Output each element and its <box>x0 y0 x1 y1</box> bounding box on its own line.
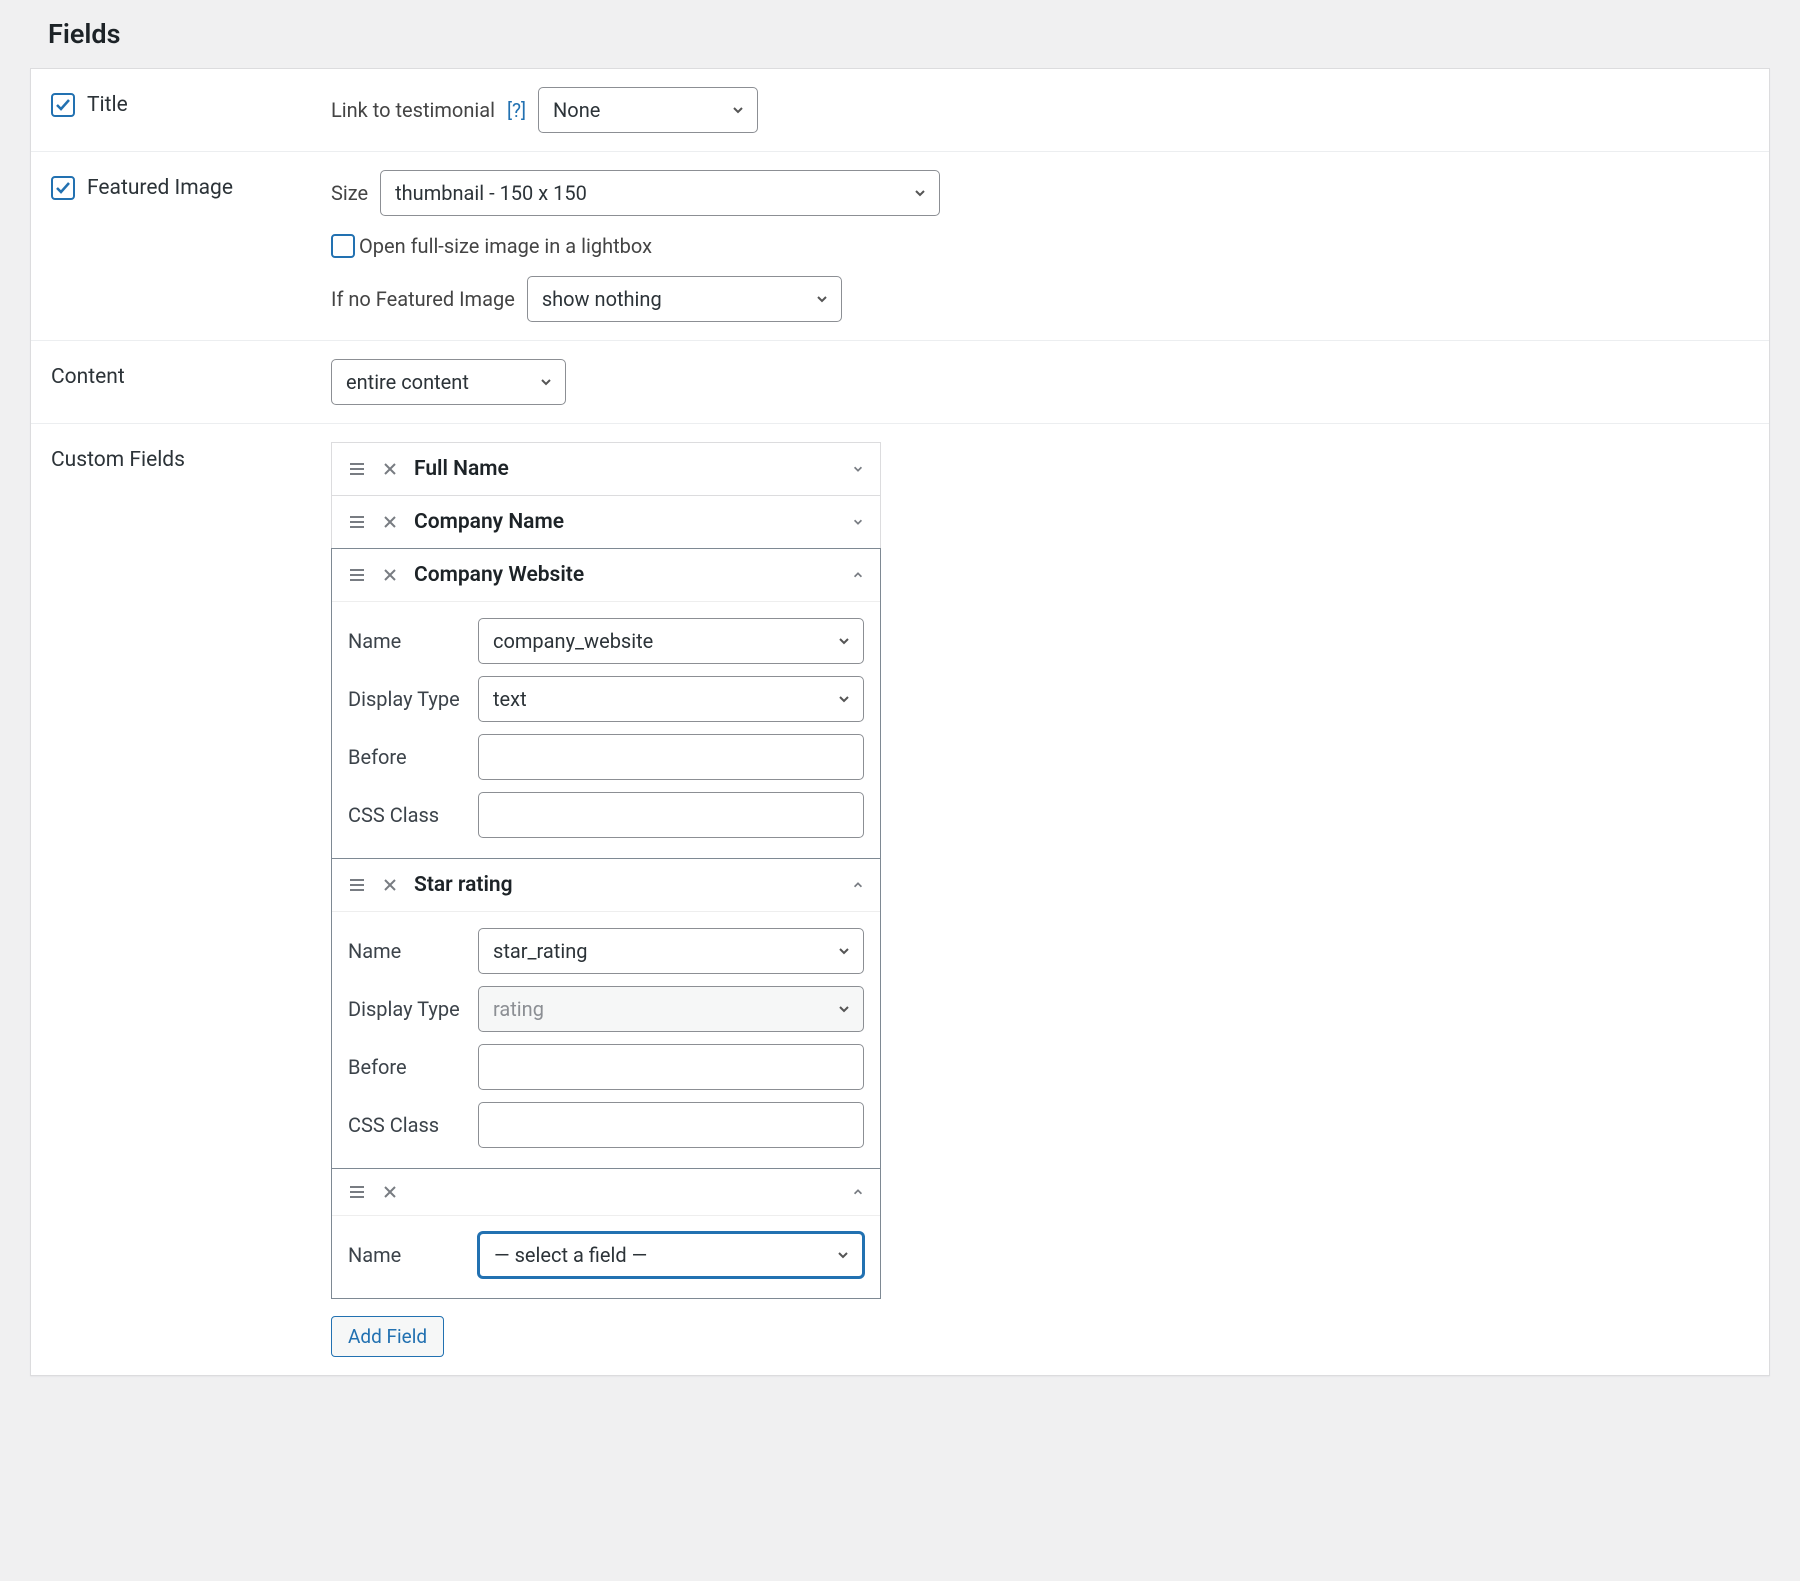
fallback-label: If no Featured Image <box>331 287 515 311</box>
field-name-select[interactable]: star_rating <box>478 928 864 974</box>
row-featured-image: Featured Image Size thumbnail - 150 x 15… <box>31 152 1769 341</box>
select-value: company_website <box>493 629 653 653</box>
caret-down-icon[interactable] <box>852 463 864 475</box>
chevron-down-icon <box>539 375 553 389</box>
featured-image-checkbox[interactable] <box>51 176 75 200</box>
row-title: Title Link to testimonial [?] None <box>31 69 1769 152</box>
drag-handle-icon[interactable] <box>348 566 366 584</box>
caret-up-icon[interactable] <box>852 879 864 891</box>
fallback-select[interactable]: show nothing <box>527 276 842 322</box>
display-type-select: rating <box>478 986 864 1032</box>
custom-field-title: Company Website <box>414 563 864 587</box>
select-value: text <box>493 687 527 711</box>
custom-field-body: Name star_rating Display Type rating Before C… <box>332 911 880 1168</box>
title-checkbox[interactable] <box>51 93 75 117</box>
custom-field-header[interactable] <box>332 1169 880 1215</box>
row-custom-fields: Custom Fields Full Name Company Name Compa… <box>31 424 1769 1375</box>
caret-up-icon[interactable] <box>852 569 864 581</box>
add-field-button[interactable]: Add Field <box>331 1316 444 1357</box>
check-icon <box>55 180 71 196</box>
custom-field-body: Name — select a field — <box>332 1215 880 1298</box>
link-value: None <box>553 98 600 122</box>
drag-handle-icon[interactable] <box>348 876 366 894</box>
featured-image-label: Featured Image <box>87 176 233 200</box>
fallback-value: show nothing <box>542 287 662 311</box>
custom-fields-label: Custom Fields <box>51 448 185 472</box>
field-name-label: Name <box>348 629 478 653</box>
content-select[interactable]: entire content <box>331 359 566 405</box>
drag-handle-icon[interactable] <box>348 460 366 478</box>
drag-handle-icon[interactable] <box>348 1183 366 1201</box>
caret-down-icon[interactable] <box>852 516 864 528</box>
custom-field-item: Company Name <box>331 495 881 549</box>
content-value: entire content <box>346 370 469 394</box>
caret-up-icon[interactable] <box>852 1186 864 1198</box>
select-value: rating <box>493 997 544 1021</box>
before-input[interactable] <box>478 1044 864 1090</box>
chevron-down-icon <box>731 103 745 117</box>
remove-field-icon[interactable] <box>382 877 398 893</box>
chevron-down-icon <box>837 944 851 958</box>
link-to-testimonial-select[interactable]: None <box>538 87 758 133</box>
custom-field-header[interactable]: Star rating <box>332 859 880 911</box>
display-type-label: Display Type <box>348 687 478 711</box>
size-label: Size <box>331 181 368 205</box>
lightbox-checkbox[interactable] <box>331 234 355 258</box>
custom-field-title: Company Name <box>414 510 864 534</box>
custom-field-header[interactable]: Full Name <box>332 443 880 495</box>
display-type-label: Display Type <box>348 997 478 1021</box>
custom-field-item: Star rating Name star_rating Display Type ra… <box>331 858 881 1169</box>
lightbox-label: Open full-size image in a lightbox <box>359 234 652 258</box>
field-name-select[interactable]: company_website <box>478 618 864 664</box>
css-class-input[interactable] <box>478 792 864 838</box>
css-class-input[interactable] <box>478 1102 864 1148</box>
chevron-down-icon <box>837 692 851 706</box>
select-value: — select a field — <box>494 1243 647 1267</box>
before-label: Before <box>348 745 478 769</box>
remove-field-icon[interactable] <box>382 461 398 477</box>
custom-field-title: Full Name <box>414 457 864 481</box>
field-name-label: Name <box>348 939 478 963</box>
field-name-label: Name <box>348 1243 478 1267</box>
select-value: star_rating <box>493 939 588 963</box>
custom-field-item: Company Website Name company_website Displa… <box>331 548 881 859</box>
link-to-testimonial-label: Link to testimonial <box>331 98 495 122</box>
display-type-select[interactable]: text <box>478 676 864 722</box>
remove-field-icon[interactable] <box>382 1184 398 1200</box>
title-label: Title <box>87 93 128 117</box>
custom-field-header[interactable]: Company Name <box>332 496 880 548</box>
row-content: Content entire content <box>31 341 1769 424</box>
field-name-select[interactable]: — select a field — <box>478 1232 864 1278</box>
custom-field-item: Name — select a field — <box>331 1168 881 1299</box>
css-class-label: CSS Class <box>348 1113 478 1137</box>
remove-field-icon[interactable] <box>382 514 398 530</box>
custom-fields-list: Full Name Company Name Company Website Name… <box>331 442 881 1299</box>
chevron-down-icon <box>913 186 927 200</box>
custom-field-title: Star rating <box>414 873 864 897</box>
before-input[interactable] <box>478 734 864 780</box>
size-select[interactable]: thumbnail - 150 x 150 <box>380 170 940 216</box>
section-title: Fields <box>30 0 1770 68</box>
css-class-label: CSS Class <box>348 803 478 827</box>
custom-field-body: Name company_website Display Type text Befor… <box>332 601 880 858</box>
chevron-down-icon <box>837 1002 851 1016</box>
fields-panel: Title Link to testimonial [?] None Featu… <box>30 68 1770 1376</box>
help-icon[interactable]: [?] <box>507 99 526 122</box>
content-label: Content <box>51 365 125 389</box>
size-value: thumbnail - 150 x 150 <box>395 181 587 205</box>
check-icon <box>55 97 71 113</box>
remove-field-icon[interactable] <box>382 567 398 583</box>
chevron-down-icon <box>837 634 851 648</box>
custom-field-header[interactable]: Company Website <box>332 549 880 601</box>
custom-field-item: Full Name <box>331 442 881 496</box>
drag-handle-icon[interactable] <box>348 513 366 531</box>
chevron-down-icon <box>836 1248 850 1262</box>
chevron-down-icon <box>815 292 829 306</box>
before-label: Before <box>348 1055 478 1079</box>
